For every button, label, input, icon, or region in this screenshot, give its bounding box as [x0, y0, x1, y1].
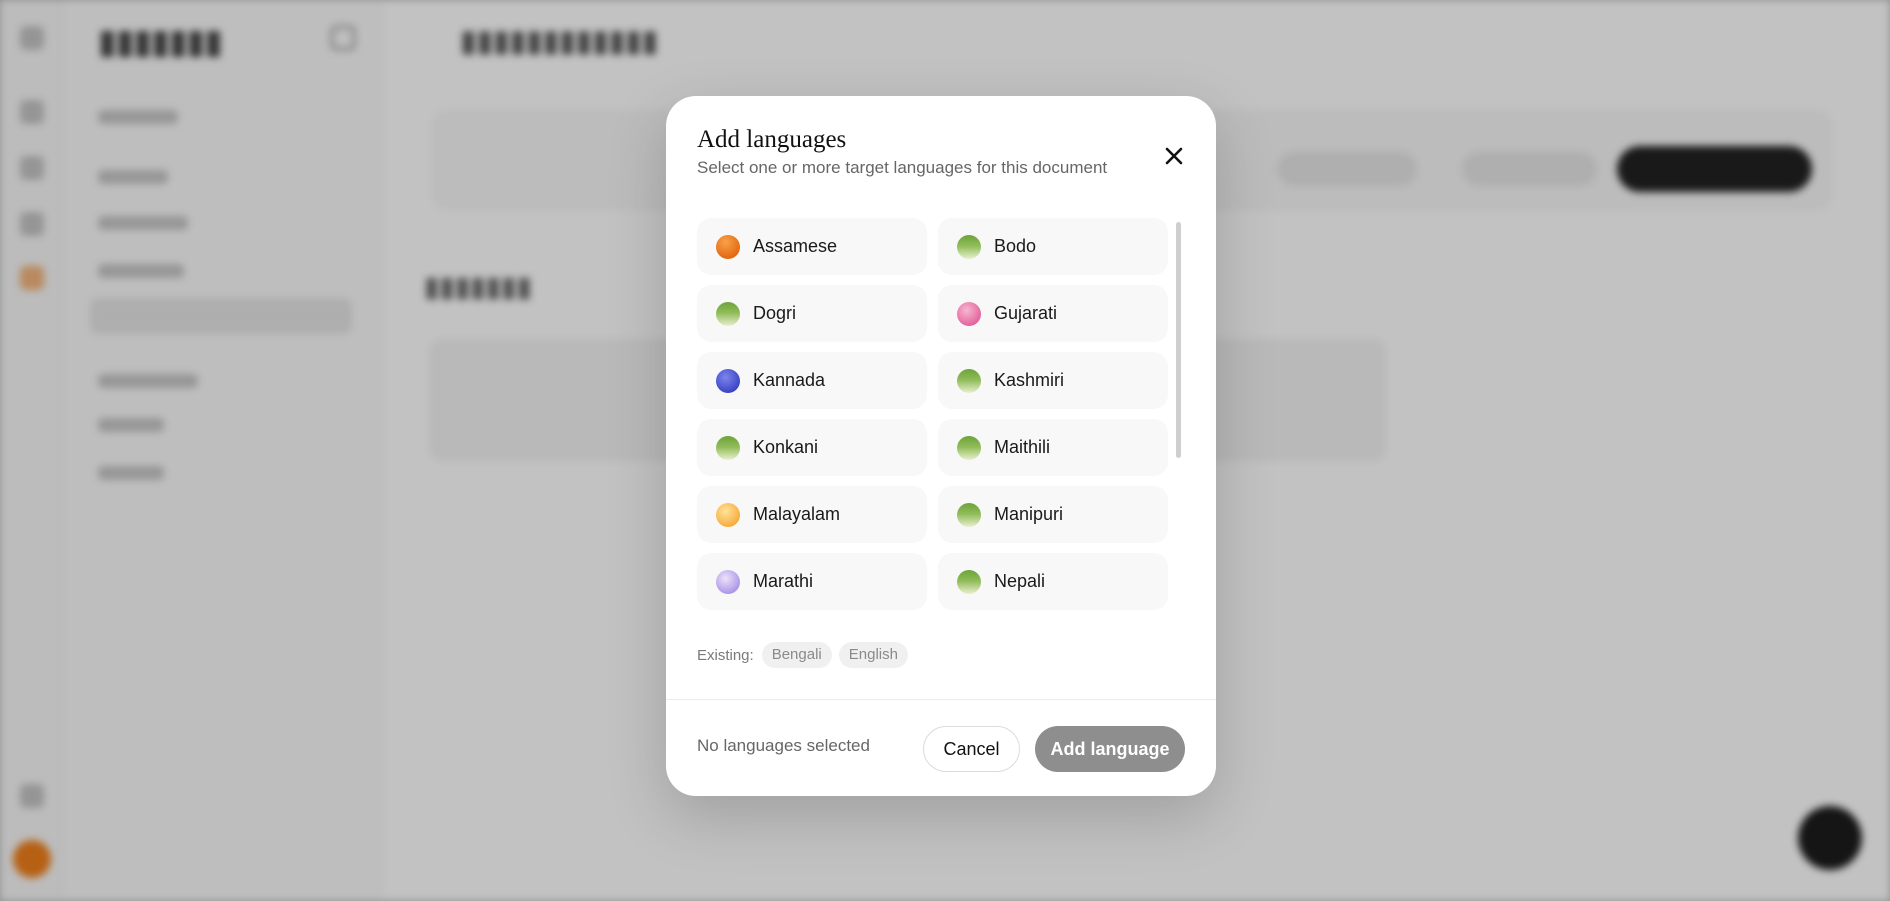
- existing-languages: Existing: Bengali English: [697, 642, 915, 668]
- language-option-malayalam[interactable]: Malayalam: [697, 486, 927, 543]
- language-option-marathi[interactable]: Marathi: [697, 553, 927, 610]
- language-option-label: Dogri: [753, 303, 797, 323]
- existing-language-tag: Bengali: [761, 642, 832, 668]
- language-grid: Assamese Bodo Dogri Gujarati Kannada Kashmiri…: [697, 218, 1172, 610]
- language-option-kannada[interactable]: Kannada: [697, 352, 927, 409]
- language-option-label: Konkani: [753, 437, 819, 457]
- add-languages-dialog: Add languages Select one or more target …: [666, 96, 1216, 796]
- language-list-scrollbar[interactable]: [1176, 222, 1181, 458]
- close-button[interactable]: [1158, 140, 1190, 172]
- language-option-label: Bodo: [994, 236, 1037, 256]
- footer-divider: [666, 699, 1216, 700]
- language-color-dot: [716, 234, 740, 259]
- language-option-label: Maithili: [994, 437, 1051, 457]
- language-option-kashmiri[interactable]: Kashmiri: [938, 352, 1168, 409]
- selection-status: No languages selected: [697, 736, 870, 755]
- language-option-maithili[interactable]: Maithili: [938, 419, 1168, 476]
- language-color-dot: [716, 301, 740, 326]
- language-option-label: Malayalam: [753, 504, 841, 524]
- language-option-dogri[interactable]: Dogri: [697, 285, 927, 342]
- language-option-assamese[interactable]: Assamese: [697, 218, 927, 275]
- language-option-label: Manipuri: [994, 504, 1064, 524]
- language-option-label: Marathi: [753, 571, 814, 591]
- language-option-label: Kannada: [753, 370, 826, 390]
- language-color-dot: [957, 435, 981, 460]
- language-option-bodo[interactable]: Bodo: [938, 218, 1168, 275]
- language-option-gujarati[interactable]: Gujarati: [938, 285, 1168, 342]
- language-option-nepali[interactable]: Nepali: [938, 553, 1168, 610]
- existing-language-tag: English: [838, 642, 908, 668]
- language-color-dot: [957, 234, 981, 259]
- language-color-dot: [957, 569, 981, 594]
- dialog-title: Add languages: [697, 126, 847, 153]
- language-color-dot: [716, 435, 740, 460]
- language-color-dot: [716, 502, 740, 527]
- cancel-button[interactable]: Cancel: [923, 726, 1020, 772]
- existing-label: Existing:: [697, 646, 754, 664]
- dialog-subtitle: Select one or more target languages for …: [697, 158, 1108, 177]
- close-icon: [1158, 140, 1190, 172]
- language-option-label: Nepali: [994, 571, 1046, 591]
- add-language-button[interactable]: Add language: [1035, 726, 1185, 772]
- language-option-label: Assamese: [753, 236, 838, 256]
- language-color-dot: [957, 368, 981, 393]
- language-option-label: Gujarati: [994, 303, 1058, 323]
- language-list[interactable]: Assamese Bodo Dogri Gujarati Kannada Kashmiri…: [697, 218, 1172, 610]
- language-option-manipuri[interactable]: Manipuri: [938, 486, 1168, 543]
- language-color-dot: [716, 368, 740, 393]
- language-option-konkani[interactable]: Konkani: [697, 419, 927, 476]
- language-color-dot: [957, 301, 981, 326]
- language-color-dot: [957, 502, 981, 527]
- language-option-label: Kashmiri: [994, 370, 1065, 390]
- language-color-dot: [716, 569, 740, 594]
